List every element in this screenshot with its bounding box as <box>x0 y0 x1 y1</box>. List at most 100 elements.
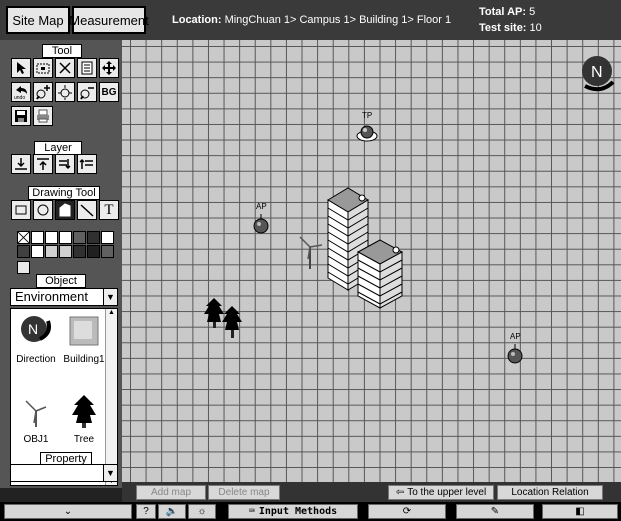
compass-label: N <box>591 64 603 81</box>
layer-down-icon[interactable] <box>55 154 75 174</box>
object-category-select[interactable]: Environment ▼ <box>10 288 118 306</box>
windmill-object[interactable] <box>296 235 324 269</box>
chevron-down-icon: ⌄ <box>63 506 73 517</box>
layer-top-icon[interactable] <box>33 154 53 174</box>
color-swatch[interactable] <box>17 245 30 258</box>
zoom-out-icon[interactable] <box>77 82 97 102</box>
input-methods-label: Input Methods <box>258 506 338 517</box>
rectangle-icon[interactable] <box>11 200 31 220</box>
property-select[interactable]: ▼ <box>10 464 118 482</box>
brightness-icon[interactable]: ☼ <box>188 504 216 519</box>
tree-object[interactable] <box>202 296 246 342</box>
map-canvas[interactable]: N TP AP AP <box>122 40 621 482</box>
print-icon[interactable] <box>33 106 53 126</box>
map-action-bar: Add map Delete map ⇦ To the upper level … <box>122 482 621 502</box>
save-icon[interactable] <box>11 106 31 126</box>
object-label: Building1 <box>63 354 105 365</box>
color-swatch[interactable] <box>73 245 86 258</box>
text-tool-icon[interactable]: T <box>99 200 119 220</box>
chevron-down-icon[interactable]: ▼ <box>103 289 117 305</box>
eraser-icon[interactable]: ◧ <box>542 504 618 519</box>
tool-section-title: Tool <box>42 44 82 58</box>
circle-icon[interactable] <box>33 200 53 220</box>
line-icon[interactable] <box>77 200 97 220</box>
layer-up-icon[interactable] <box>77 154 97 174</box>
measurement-tab[interactable]: Measurement <box>69 6 149 34</box>
svg-text:N: N <box>28 321 38 337</box>
taskbar-menu-button[interactable]: ⌄ <box>4 504 132 519</box>
color-swatch[interactable] <box>101 245 114 258</box>
color-swatch[interactable] <box>31 245 44 258</box>
test-site-stat: Test site: 10 <box>479 22 542 34</box>
object-category-value: Environment <box>15 289 88 304</box>
object-label: Tree <box>73 434 95 445</box>
object-section-title: Object <box>36 274 86 288</box>
move-icon[interactable] <box>99 58 119 78</box>
bg-tool-label: BG <box>101 86 117 98</box>
list-item[interactable]: OBJ1 <box>13 393 59 445</box>
color-swatch[interactable] <box>101 231 114 244</box>
color-swatch[interactable] <box>73 231 86 244</box>
speaker-icon[interactable]: 🔈 <box>158 504 186 519</box>
undo-icon[interactable]: undo <box>11 82 31 102</box>
total-ap-label: Total AP: <box>479 6 527 18</box>
select-area-icon[interactable] <box>33 58 53 78</box>
location-breadcrumb: Location: MingChuan 1> Campus 1> Buildin… <box>172 14 451 26</box>
test-site-value: 10 <box>529 22 542 34</box>
keyboard-tool-icon[interactable]: ✎ <box>456 504 534 519</box>
list-item[interactable]: Tree <box>61 393 107 445</box>
help-button[interactable]: ? <box>136 504 156 519</box>
compass-icon[interactable]: N <box>575 52 619 96</box>
direction-icon: N <box>21 316 51 342</box>
site-map-tab[interactable]: Site Map <box>6 6 70 34</box>
upper-level-button[interactable]: ⇦ To the upper level <box>388 485 494 500</box>
location-label: Location: <box>172 14 222 26</box>
current-color-swatch[interactable] <box>17 261 30 274</box>
total-ap-value: 5 <box>529 6 536 18</box>
input-methods-button[interactable]: ⌨ Input Methods <box>228 504 358 519</box>
building-icon <box>69 316 99 346</box>
color-swatch[interactable] <box>45 231 58 244</box>
ap-marker-label: AP <box>256 202 267 211</box>
access-point-marker[interactable] <box>506 344 524 364</box>
test-site-label: Test site: <box>479 22 527 34</box>
object-label: OBJ1 <box>23 434 49 445</box>
color-swatch[interactable] <box>87 231 100 244</box>
color-swatch[interactable] <box>31 231 44 244</box>
no-color-swatch[interactable] <box>17 231 30 244</box>
background-icon[interactable]: BG <box>99 82 119 102</box>
chevron-down-icon[interactable]: ▼ <box>103 465 117 481</box>
access-point-marker[interactable] <box>252 214 270 234</box>
layer-section-title: Layer <box>34 141 82 155</box>
taskbar: ⌄ ? 🔈 ☼ ⌨ Input Methods ⟳ ✎ ◧ <box>0 502 621 521</box>
rotate-icon[interactable]: ⟳ <box>368 504 446 519</box>
color-swatch[interactable] <box>87 245 100 258</box>
total-ap-stat: Total AP: 5 <box>479 6 535 18</box>
upper-level-label: To the upper level <box>407 487 487 498</box>
location-path: MingChuan 1> Campus 1> Building 1> Floor… <box>224 14 452 26</box>
location-relation-button[interactable]: Location Relation <box>497 485 603 500</box>
scroll-up-icon[interactable]: ▲ <box>106 309 117 316</box>
layer-bottom-icon[interactable] <box>11 154 31 174</box>
test-point-marker[interactable] <box>356 122 378 144</box>
building-object[interactable] <box>322 180 412 312</box>
zoom-in-icon[interactable] <box>33 82 53 102</box>
object-label: Direction <box>16 354 56 365</box>
undo-label: undo <box>14 95 25 100</box>
color-swatch[interactable] <box>45 245 58 258</box>
add-map-button[interactable]: Add map <box>136 485 206 500</box>
left-panel: Tool undo BG Layer Drawing Tool T Object… <box>0 40 122 488</box>
color-swatch[interactable] <box>59 231 72 244</box>
ap-marker-label: AP <box>510 332 521 341</box>
document-icon[interactable] <box>77 58 97 78</box>
list-item[interactable]: Building1 <box>61 313 107 365</box>
delete-map-button[interactable]: Delete map <box>208 485 280 500</box>
polygon-icon[interactable] <box>55 200 75 220</box>
color-swatch[interactable] <box>59 245 72 258</box>
pointer-icon[interactable] <box>11 58 31 78</box>
drawing-tool-section-title: Drawing Tool <box>28 186 100 200</box>
zoom-pan-icon[interactable] <box>55 82 75 102</box>
windmill-icon <box>25 400 47 427</box>
delete-icon[interactable] <box>55 58 75 78</box>
list-item[interactable]: N Direction <box>13 313 59 365</box>
